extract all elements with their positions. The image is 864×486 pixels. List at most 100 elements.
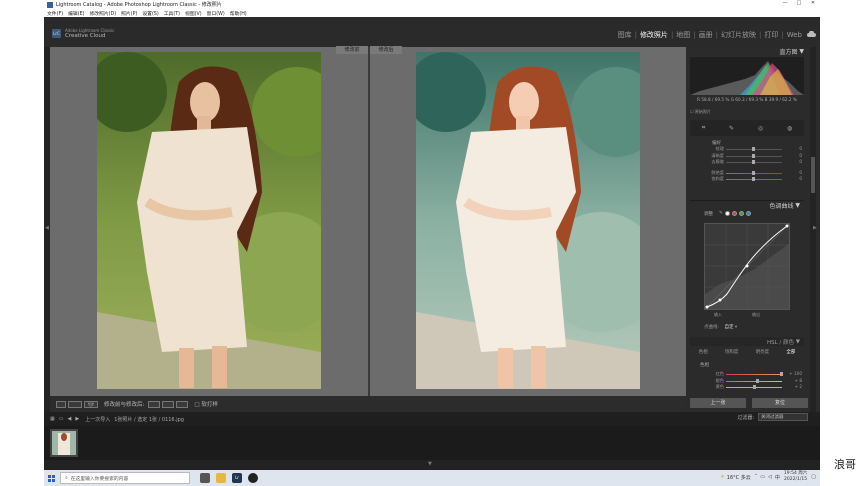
file-explorer-icon[interactable] <box>216 473 226 483</box>
ime-language[interactable]: 中 <box>775 474 780 481</box>
masking-icon[interactable]: ◍ <box>787 125 792 132</box>
previous-button[interactable]: 上一张 <box>690 398 746 408</box>
tone-curve-header[interactable]: 色调曲线 ▼ <box>690 200 804 210</box>
after-photo[interactable] <box>416 52 640 389</box>
weather-icon[interactable]: ☀ <box>720 474 724 480</box>
menu-window[interactable]: 窗口(W) <box>207 10 225 17</box>
filmstrip-info[interactable]: 1张照片 / 选定 1张 / 0116.jpg <box>114 416 184 423</box>
menu-tools[interactable]: 工具(T) <box>164 10 180 17</box>
histogram-header[interactable]: 直方图 ▼ <box>690 47 808 56</box>
softproof-label: 软打样 <box>201 402 218 408</box>
tab-all[interactable]: 全部 <box>786 349 795 355</box>
module-library[interactable]: 图库 <box>618 30 632 40</box>
back-icon[interactable]: ◀ <box>67 416 71 422</box>
monitor-icon[interactable]: ▭ <box>59 416 64 422</box>
tab-hue[interactable]: 色相 <box>699 349 708 355</box>
network-icon[interactable]: ▭ <box>760 474 765 480</box>
right-panel-arrow-icon[interactable]: ▶ <box>813 225 817 231</box>
curve-input-label: 输入 <box>714 312 722 317</box>
module-web[interactable]: Web <box>787 31 802 39</box>
grid-icon[interactable]: ▦ <box>50 416 55 422</box>
channel-green-icon[interactable] <box>738 211 744 216</box>
notification-icon[interactable]: ▢ <box>811 474 816 480</box>
menu-help[interactable]: 帮助(H) <box>230 10 247 17</box>
minimize-button[interactable]: — <box>778 0 792 6</box>
app-taskbar-icon[interactable] <box>248 473 258 483</box>
healing-icon[interactable]: ✎ <box>729 125 734 132</box>
lightroom-taskbar-icon[interactable]: Lr <box>232 473 242 483</box>
before-after-mode-button[interactable]: Y|Y <box>84 400 98 408</box>
red-eye-icon[interactable]: ◎ <box>758 125 763 132</box>
maximize-button[interactable]: □ <box>792 0 806 6</box>
module-develop[interactable]: 修改照片 <box>640 30 668 40</box>
copy-after-to-before-button[interactable] <box>162 400 175 408</box>
clock[interactable]: 19:54 周六 2022/1/15 <box>784 471 807 483</box>
point-curve-select[interactable]: 自定 <box>724 325 733 330</box>
scrollbar-thumb[interactable] <box>811 157 815 193</box>
tool-strip: ⌗ ✎ ◎ ◍ <box>690 120 804 136</box>
start-button[interactable] <box>44 474 58 482</box>
reset-button[interactable]: 复位 <box>752 398 808 408</box>
module-map[interactable]: 地图 <box>676 30 690 40</box>
tab-saturation[interactable]: 饱和度 <box>725 349 739 355</box>
slider-knob[interactable] <box>752 160 755 164</box>
brand-line-2[interactable]: Creative Cloud <box>65 33 106 39</box>
slider-knob[interactable] <box>780 372 783 376</box>
title-bar: Lightroom Catalog - Adobe Photoshop Ligh… <box>44 0 820 9</box>
menu-photo[interactable]: 照片(P) <box>121 10 137 17</box>
task-view-icon[interactable] <box>200 473 210 483</box>
filmstrip-bar: ▦ ▭ ◀ ▶ 上一次导入 1张照片 / 选定 1张 / 0116.jpg <box>44 412 820 426</box>
slider-knob[interactable] <box>753 385 756 389</box>
original-photo-toggle[interactable]: ☐ 原始照片 <box>690 109 711 115</box>
softproof-checkbox[interactable]: □ 软打样 <box>194 400 217 408</box>
bottom-panel-toggle[interactable]: ▼ <box>44 460 820 470</box>
filmstrip-thumbnail[interactable] <box>50 429 78 457</box>
menu-file[interactable]: 文件(F) <box>47 10 63 17</box>
tab-luminance[interactable]: 明亮度 <box>756 349 770 355</box>
menu-develop[interactable]: 修改照片(D) <box>89 10 116 17</box>
crop-icon[interactable]: ⌗ <box>702 124 705 132</box>
slider-knob[interactable] <box>756 378 759 383</box>
curve-adjust-label: 调整 <box>704 211 713 217</box>
watermark: 浪哥 <box>834 458 856 471</box>
left-panel-arrow-icon[interactable]: ◀ <box>45 225 49 231</box>
close-button[interactable]: ✕ <box>806 0 820 6</box>
chevron-up-icon[interactable]: ˄ <box>755 474 758 480</box>
menu-settings[interactable]: 设置(S) <box>142 10 158 17</box>
taskbar-search[interactable]: ⌕ 在这里输入你要搜索的内容 <box>60 472 190 484</box>
loupe-view-button[interactable] <box>56 400 66 408</box>
slider-knob[interactable] <box>752 170 755 175</box>
slider-knob[interactable] <box>752 147 755 151</box>
filmstrip-source[interactable]: 上一次导入 <box>85 416 110 423</box>
slider-hue-yellow[interactable]: 黄色 + 2 <box>690 384 804 391</box>
module-print[interactable]: 打印 <box>764 30 778 40</box>
channel-red-icon[interactable] <box>731 211 737 216</box>
weather-text[interactable]: 16°C 多云 <box>727 474 751 481</box>
copy-before-to-after-button[interactable] <box>148 400 161 408</box>
module-slideshow[interactable]: 幻灯片放映 <box>721 30 756 40</box>
menu-edit[interactable]: 编辑(E) <box>68 10 84 17</box>
filmstrip <box>44 426 820 460</box>
chevron-down-icon[interactable]: ▾ <box>735 325 737 330</box>
tone-curve-graph[interactable] <box>704 223 790 310</box>
hsl-header[interactable]: HSL / 颜色 ▼ <box>690 337 804 346</box>
curve-eyedropper-icon[interactable]: ✎ <box>719 211 723 216</box>
slider-saturation[interactable]: 饱和度 0 <box>690 176 804 183</box>
bottom-arrow-icon[interactable]: ▼ <box>428 461 432 467</box>
swap-settings-button[interactable] <box>176 400 189 408</box>
volume-icon[interactable]: ◁ <box>768 474 772 480</box>
channel-blue-icon[interactable] <box>745 211 751 216</box>
forward-icon[interactable]: ▶ <box>75 416 79 422</box>
slider-knob[interactable] <box>752 153 755 158</box>
module-book[interactable]: 画册 <box>699 30 713 40</box>
slider-dehaze[interactable]: 去朦胧 0 <box>690 159 804 166</box>
filmstrip-filter: 过滤器: 关闭过滤器 <box>737 413 808 421</box>
filter-select[interactable]: 关闭过滤器 <box>758 413 808 421</box>
slider-knob[interactable] <box>752 177 755 181</box>
compare-view-button[interactable] <box>68 400 82 408</box>
cloud-icon[interactable] <box>807 30 816 39</box>
menu-view[interactable]: 视图(V) <box>185 10 202 17</box>
histogram-graph[interactable] <box>690 57 804 95</box>
channel-rgb-icon[interactable] <box>724 211 730 216</box>
before-photo[interactable] <box>97 52 321 389</box>
